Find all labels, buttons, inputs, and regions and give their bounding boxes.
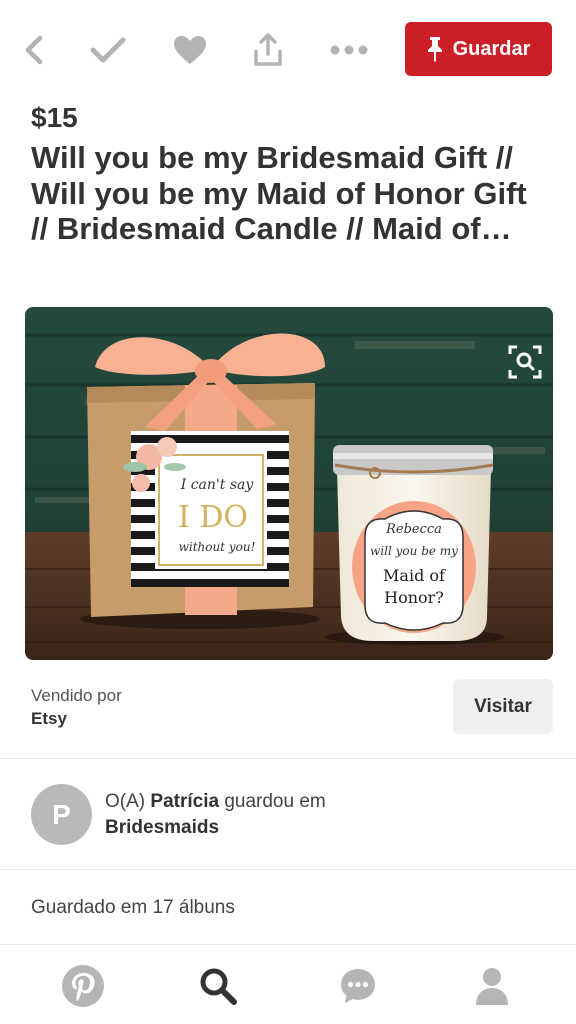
save-button-label: Guardar [452, 37, 531, 60]
candle-label-line4: Honor? [384, 588, 444, 607]
price: $15 [31, 102, 78, 133]
saved-by-text: O(A) Patrícia guardou em [105, 791, 326, 813]
saved-count[interactable]: Guardado em 17 álbuns [31, 897, 235, 919]
sold-by-label: Vendido por [31, 686, 122, 705]
bottom-nav [0, 947, 576, 1024]
product-photo-illustration: I can't say I DO without you! Rebecca wi… [25, 307, 553, 660]
search-icon[interactable] [193, 961, 243, 1011]
divider [0, 869, 576, 870]
pin-icon [427, 37, 442, 62]
top-toolbar: Guardar [0, 0, 576, 100]
saver-name[interactable]: Patrícia [150, 791, 219, 812]
chevron-left-icon[interactable] [13, 28, 57, 72]
box-card-line3: without you! [179, 540, 256, 554]
chat-icon[interactable] [333, 961, 383, 1011]
visit-button[interactable]: Visitar [453, 679, 553, 734]
profile-icon[interactable] [467, 961, 517, 1011]
candle-label-line1: Rebecca [385, 522, 442, 537]
heart-icon[interactable] [168, 28, 212, 72]
candle-label-line3: Maid of [383, 566, 446, 585]
saved-by-prefix: O(A) [105, 791, 151, 812]
saved-by-suffix: guardou em [219, 791, 326, 812]
visit-button-label: Visitar [474, 695, 532, 717]
box-card-line2: I DO [178, 500, 248, 535]
check-icon[interactable] [86, 28, 130, 72]
avatar-initial: P [52, 798, 71, 830]
candle-label-line2: will you be my [370, 544, 458, 558]
box-card-line1: I can't say [180, 477, 255, 493]
share-icon[interactable] [246, 28, 290, 72]
product-image[interactable]: I can't say I DO without you! Rebecca wi… [25, 307, 553, 660]
more-dots-icon[interactable] [327, 28, 371, 72]
product-title: Will you be my Bridesmaid Gift // Will y… [31, 140, 527, 246]
board-name[interactable]: Bridesmaids [105, 817, 219, 839]
avatar[interactable]: P [31, 784, 92, 845]
divider [0, 944, 576, 945]
visual-search-icon[interactable] [500, 337, 550, 387]
divider [0, 758, 576, 759]
seller-name[interactable]: Etsy [31, 709, 67, 729]
pinterest-logo-icon[interactable] [58, 961, 108, 1011]
save-button[interactable]: Guardar [405, 22, 552, 76]
